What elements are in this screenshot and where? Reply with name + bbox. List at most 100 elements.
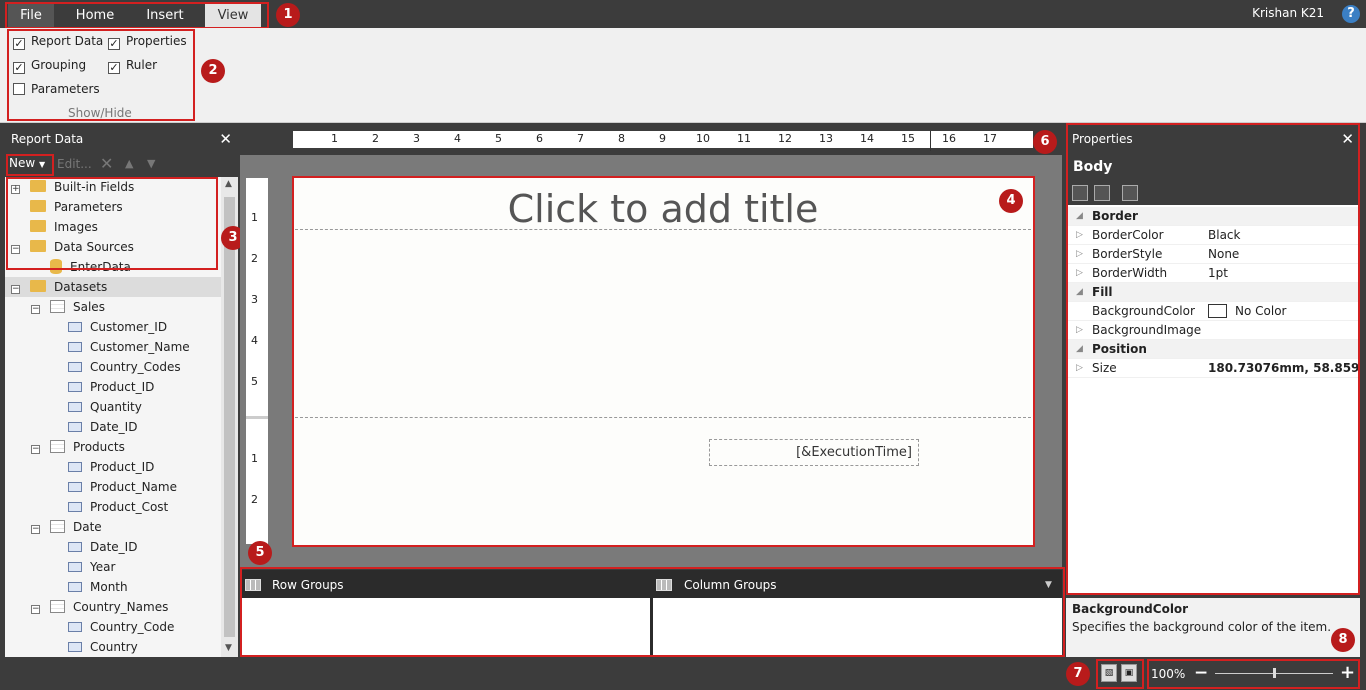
callout-badge-4: 4 xyxy=(999,189,1023,213)
table-icon xyxy=(50,600,65,613)
ruler-tick-label: 1 xyxy=(251,452,258,465)
panel-title: Report Data xyxy=(11,132,84,146)
callout-badge-6: 6 xyxy=(1033,130,1057,154)
user-name[interactable]: Krishan K21 xyxy=(1252,6,1324,20)
move-down-icon[interactable]: ▼ xyxy=(147,157,155,170)
collapse-icon[interactable]: − xyxy=(31,445,40,454)
field-icon xyxy=(68,462,82,472)
ruler-tick-label: 8 xyxy=(618,132,625,145)
tree-field[interactable]: Customer_ID xyxy=(68,317,167,337)
field-icon xyxy=(68,342,82,352)
ruler-tick-label: 11 xyxy=(737,132,751,145)
field-icon xyxy=(68,322,82,332)
field-icon xyxy=(68,422,82,432)
move-up-icon[interactable]: ▲ xyxy=(125,157,133,170)
callout-box-new xyxy=(6,154,54,176)
ruler-tick-label: 3 xyxy=(251,293,258,306)
callout-box-6 xyxy=(1066,123,1360,595)
tree-field[interactable]: Product_ID xyxy=(68,377,154,397)
close-icon[interactable]: ✕ xyxy=(219,125,232,153)
vertical-ruler: 1 2 3 4 5 1 2 xyxy=(246,178,268,544)
ruler-tick-label: 4 xyxy=(454,132,461,145)
ruler-tick-label: 6 xyxy=(536,132,543,145)
ruler-tick-label: 15 xyxy=(901,132,915,145)
table-icon xyxy=(50,520,65,533)
callout-badge-8: 8 xyxy=(1331,628,1355,652)
property-description: BackgroundColor Specifies the background… xyxy=(1066,598,1360,657)
ruler-tick-label: 10 xyxy=(696,132,710,145)
collapse-icon[interactable]: − xyxy=(11,285,20,294)
tree-field[interactable]: Country xyxy=(68,637,138,657)
callout-box-8 xyxy=(1147,659,1360,689)
delete-icon[interactable]: ✕ xyxy=(100,154,113,173)
edit-button[interactable]: Edit... xyxy=(57,157,92,171)
table-icon xyxy=(50,300,65,313)
ruler-tick-label: 4 xyxy=(251,334,258,347)
field-icon xyxy=(68,362,82,372)
ruler-tick-label: 3 xyxy=(413,132,420,145)
collapse-icon[interactable]: − xyxy=(31,525,40,534)
ruler-tick-label: 1 xyxy=(331,132,338,145)
tree-item-dataset-date[interactable]: − Date xyxy=(31,517,102,537)
tree-item-dataset-sales[interactable]: − Sales xyxy=(31,297,105,317)
description-title: BackgroundColor xyxy=(1072,602,1189,616)
tree-field[interactable]: Customer_Name xyxy=(68,337,190,357)
ruler-tick-label: 5 xyxy=(495,132,502,145)
ruler-tick-label: 17 xyxy=(983,132,997,145)
tree-field[interactable]: Year xyxy=(68,557,115,577)
description-text: Specifies the background color of the it… xyxy=(1072,620,1332,634)
tree-field[interactable]: Product_ID xyxy=(68,457,154,477)
field-icon xyxy=(68,502,82,512)
callout-box-4 xyxy=(292,176,1035,547)
field-icon xyxy=(68,562,82,572)
ruler-margin-marker[interactable] xyxy=(930,131,931,151)
tree-field[interactable]: Month xyxy=(68,577,128,597)
collapse-icon[interactable]: − xyxy=(31,605,40,614)
tree-item-dataset-country-names[interactable]: − Country_Names xyxy=(31,597,168,617)
scrollbar-thumb[interactable] xyxy=(224,197,235,637)
ruler-tick-label: 2 xyxy=(251,493,258,506)
callout-badge-2: 2 xyxy=(201,59,225,83)
ruler-tick-label: 16 xyxy=(942,132,956,145)
field-icon xyxy=(68,382,82,392)
tree-field[interactable]: Country_Codes xyxy=(68,357,181,377)
field-icon xyxy=(68,582,82,592)
ruler-tick-label: 7 xyxy=(577,132,584,145)
collapse-icon[interactable]: − xyxy=(31,305,40,314)
callout-box-2 xyxy=(7,29,195,121)
field-icon xyxy=(68,642,82,652)
ruler-tick-label: 5 xyxy=(251,375,258,388)
tree-field[interactable]: Product_Name xyxy=(68,477,177,497)
tree-field[interactable]: Product_Cost xyxy=(68,497,168,517)
tree-item-dataset-products[interactable]: − Products xyxy=(31,437,125,457)
tree-field[interactable]: Date_ID xyxy=(68,537,137,557)
tree-item-datasets[interactable]: − Datasets xyxy=(5,277,221,297)
field-icon xyxy=(68,622,82,632)
ruler-tick-label: 2 xyxy=(251,252,258,265)
callout-box-1 xyxy=(5,2,269,29)
field-icon xyxy=(68,542,82,552)
ruler-section-divider xyxy=(246,416,268,419)
callout-badge-5: 5 xyxy=(248,541,272,565)
ruler-tick-label: 1 xyxy=(251,211,258,224)
tree-field[interactable]: Country_Code xyxy=(68,617,174,637)
scroll-down-icon[interactable]: ▼ xyxy=(225,643,232,653)
ruler-tick-label: 13 xyxy=(819,132,833,145)
folder-open-icon xyxy=(30,280,46,292)
table-icon xyxy=(50,440,65,453)
callout-box-5 xyxy=(240,567,1065,657)
tree-field[interactable]: Quantity xyxy=(68,397,142,417)
ruler-tick-label: 12 xyxy=(778,132,792,145)
tree-field[interactable]: Date_ID xyxy=(68,417,137,437)
callout-badge-7: 7 xyxy=(1066,662,1090,686)
ruler-tick-label: 14 xyxy=(860,132,874,145)
ruler-tick-label: 2 xyxy=(372,132,379,145)
help-icon[interactable]: ? xyxy=(1342,5,1360,23)
report-data-header: Report Data ✕ xyxy=(5,125,238,153)
ruler-tick-label: 9 xyxy=(659,132,666,145)
callout-badge-1: 1 xyxy=(276,3,300,27)
horizontal-ruler: 1 2 3 4 5 6 7 8 9 10 11 12 13 14 15 16 1… xyxy=(293,131,1033,151)
field-icon xyxy=(68,482,82,492)
scroll-up-icon[interactable]: ▲ xyxy=(225,179,232,189)
field-icon xyxy=(68,402,82,412)
